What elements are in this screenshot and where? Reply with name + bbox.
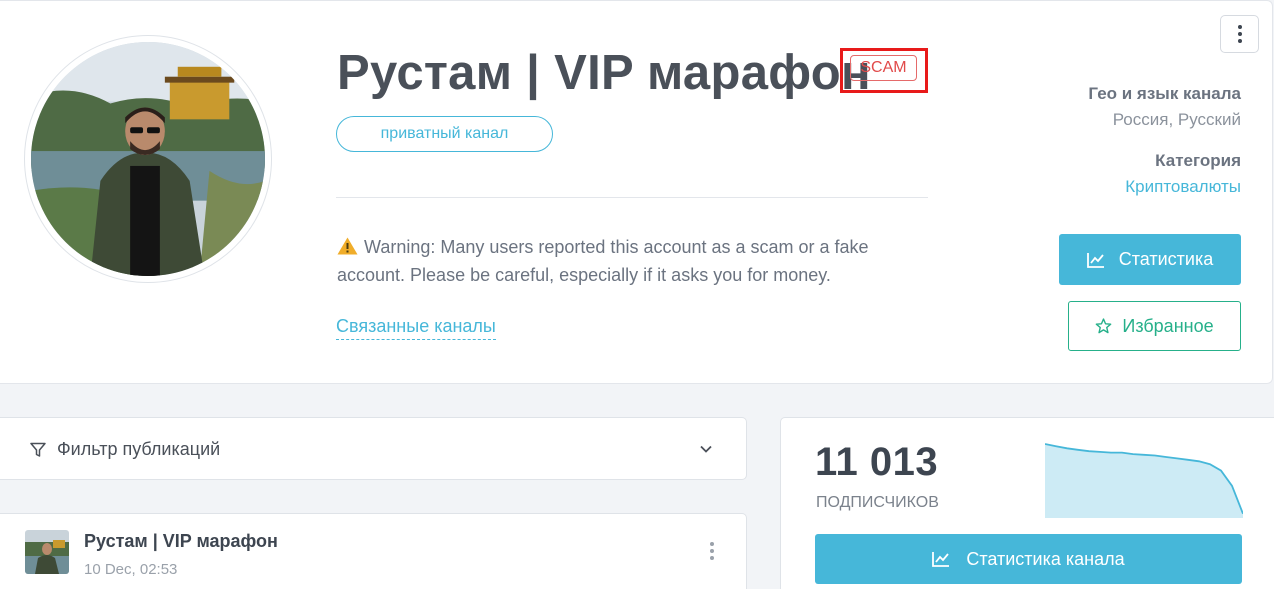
chart-line-icon bbox=[1086, 252, 1104, 268]
post-menu-button[interactable] bbox=[710, 542, 714, 560]
subscribers-label: ПОДПИСЧИКОВ bbox=[816, 494, 939, 511]
warning-text: Warning: Many users reported this accoun… bbox=[337, 237, 869, 285]
kebab-menu-icon bbox=[1237, 25, 1242, 29]
geo-value: Россия, Русский bbox=[1112, 110, 1241, 129]
post-avatar-photo bbox=[25, 530, 69, 574]
publications-filter[interactable]: Фильтр публикаций bbox=[0, 417, 747, 480]
filter-icon bbox=[30, 442, 46, 457]
statistics-button[interactable]: Статистика bbox=[1059, 234, 1241, 285]
favorite-button-label: Избранное bbox=[1122, 315, 1214, 336]
geo-label: Гео и язык канала bbox=[1088, 84, 1241, 103]
chevron-down-icon[interactable] bbox=[699, 442, 713, 456]
channel-statistics-button[interactable]: Статистика канала bbox=[815, 534, 1242, 584]
post-title[interactable]: Рустам | VIP марафон bbox=[84, 531, 278, 552]
post-avatar bbox=[25, 530, 69, 574]
channel-title: Рустам | VIP марафон bbox=[337, 46, 871, 100]
favorite-button[interactable]: Избранное bbox=[1068, 301, 1241, 351]
avatar-photo bbox=[31, 42, 265, 276]
subscribers-count: 11 013 bbox=[815, 440, 939, 484]
post-date: 10 Dec, 02:53 bbox=[84, 561, 178, 578]
divider bbox=[336, 197, 928, 198]
channel-avatar bbox=[24, 35, 272, 283]
statistics-button-label: Статистика bbox=[1118, 249, 1214, 269]
channel-statistics-label: Статистика канала bbox=[966, 548, 1125, 569]
kebab-menu-icon bbox=[710, 542, 714, 546]
chart-line-icon bbox=[932, 552, 950, 567]
filter-label: Фильтр публикаций bbox=[57, 439, 221, 459]
subscribers-card: 11 013 ПОДПИСЧИКОВ Статистика канала bbox=[780, 417, 1274, 589]
category-block: Категория Криптовалюты bbox=[1125, 151, 1241, 197]
geo-block: Гео и язык канала Россия, Русский bbox=[1088, 84, 1241, 130]
kebab-menu-button[interactable] bbox=[1220, 15, 1259, 53]
scam-badge: SCAM bbox=[850, 55, 917, 81]
warning-icon bbox=[337, 237, 358, 255]
channel-type-pill: приватный канал bbox=[336, 116, 553, 152]
related-channels-link[interactable]: Связанные каналы bbox=[336, 316, 496, 340]
category-link[interactable]: Криптовалюты bbox=[1125, 177, 1241, 197]
category-label: Категория bbox=[1155, 151, 1241, 170]
post-card: Рустам | VIP марафон 10 Dec, 02:53 bbox=[0, 513, 747, 589]
star-icon bbox=[1096, 318, 1112, 334]
subscribers-sparkline bbox=[1045, 443, 1243, 518]
scam-warning: Warning: Many users reported this accoun… bbox=[337, 233, 937, 289]
